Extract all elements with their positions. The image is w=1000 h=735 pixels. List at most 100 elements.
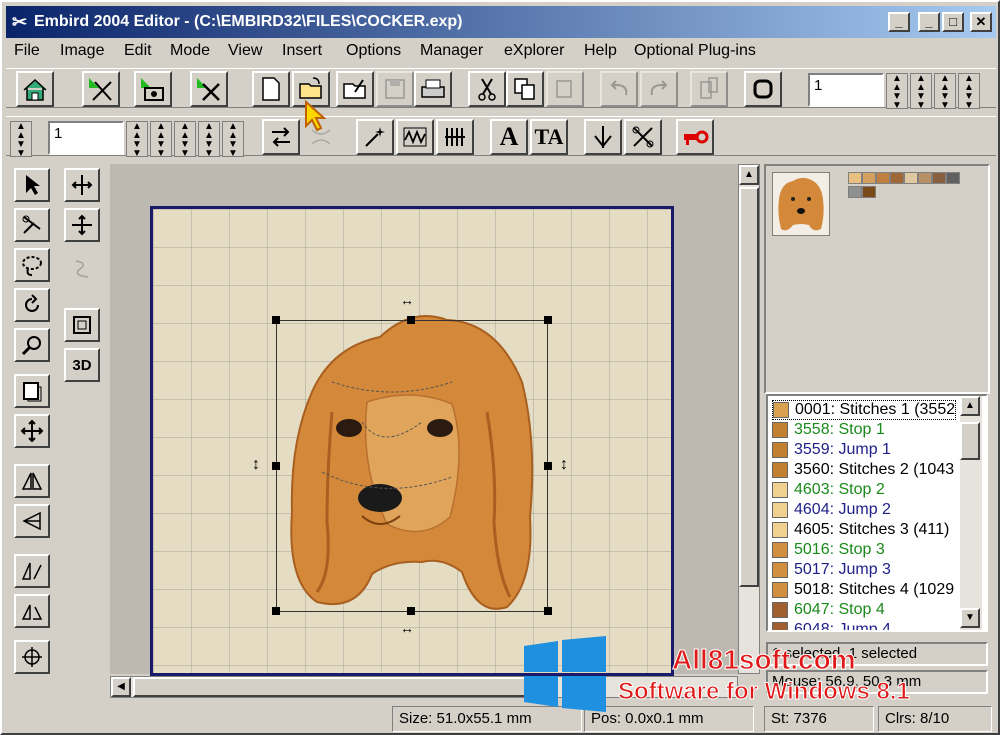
select-tool[interactable] <box>14 168 50 202</box>
import-button[interactable] <box>336 71 374 107</box>
toolbar2-spinner-3[interactable]: ▲ ▲ ▼ ▼ <box>174 121 196 159</box>
skew-right-tool[interactable] <box>14 594 50 628</box>
stitch-list-item[interactable]: 4603: Stop 2 <box>772 480 885 500</box>
needle-button[interactable] <box>584 119 622 155</box>
home-button[interactable] <box>16 71 54 107</box>
stitch-list-item[interactable]: 3560: Stitches 2 (1043 <box>772 460 954 480</box>
stitch-list-item[interactable]: 0001: Stitches 1 (3552 <box>772 400 957 420</box>
split-button[interactable] <box>624 119 662 155</box>
handle-bottom-right[interactable] <box>544 607 552 615</box>
stitch-list-item[interactable]: 6048: Jump 4 <box>772 620 891 630</box>
auto-digitize-button[interactable] <box>356 119 394 155</box>
handle-top-right[interactable] <box>544 316 552 324</box>
palette-swatch[interactable] <box>932 172 946 184</box>
stitch-list-item[interactable]: 3559: Jump 1 <box>772 440 891 460</box>
stitch-type-button[interactable] <box>396 119 434 155</box>
delete-design-button[interactable] <box>190 71 228 107</box>
toolbar2-spinner-4[interactable]: ▲ ▲ ▼ ▼ <box>198 121 220 159</box>
3d-view-button[interactable]: 3D <box>64 348 100 382</box>
lasso-tool[interactable] <box>14 248 50 282</box>
stitch-list-item[interactable]: 5017: Jump 3 <box>772 560 891 580</box>
menu-explorer[interactable]: eXplorer <box>504 42 564 60</box>
cut-tool[interactable] <box>14 208 50 242</box>
new-file-button[interactable] <box>252 71 290 107</box>
toolbar2-value-field[interactable]: 1 <box>48 121 124 155</box>
redo-button[interactable] <box>640 71 678 107</box>
palette-swatch[interactable] <box>890 172 904 184</box>
print-button[interactable] <box>414 71 452 107</box>
save-button[interactable] <box>376 71 414 107</box>
palette-swatch[interactable] <box>862 172 876 184</box>
menu-manager[interactable]: Manager <box>420 42 483 60</box>
paste-button[interactable] <box>546 71 584 107</box>
selection-box[interactable] <box>276 320 548 612</box>
menu-optional-plugins[interactable]: Optional Plug-ins <box>634 42 756 60</box>
stitch-list-item[interactable]: 4604: Jump 2 <box>772 500 891 520</box>
menu-edit[interactable]: Edit <box>124 42 152 60</box>
scroll-up-icon[interactable]: ▲ <box>739 165 759 185</box>
design-thumbnail[interactable] <box>772 172 830 236</box>
move-tool[interactable] <box>14 414 50 448</box>
stitch-list-item[interactable]: 3558: Stop 1 <box>772 420 885 440</box>
vertical-scroll-thumb[interactable] <box>739 187 759 587</box>
menu-image[interactable]: Image <box>60 42 104 60</box>
horizontal-scroll-thumb[interactable] <box>133 677 553 697</box>
undo-button[interactable] <box>600 71 638 107</box>
stitch-list-item[interactable]: 5018: Stitches 4 (1029 <box>772 580 954 600</box>
scroll-left-icon[interactable]: ◀ <box>111 677 131 697</box>
palette-swatch[interactable] <box>918 172 932 184</box>
menu-view[interactable]: View <box>228 42 262 60</box>
maximize-button[interactable]: □ <box>942 12 964 32</box>
scale-vertical-arrows-icon[interactable]: ↕ <box>560 456 568 474</box>
page-setup-tool[interactable] <box>14 374 50 408</box>
toolbar1-spinner-1[interactable]: ▲ ▲ ▼ ▼ <box>886 73 908 111</box>
skew-left-tool[interactable] <box>14 554 50 588</box>
scale-horizontal-arrows-icon[interactable]: ↔ <box>400 292 414 308</box>
hoop-button[interactable] <box>744 71 782 107</box>
list-scroll-thumb[interactable] <box>960 422 980 460</box>
toolbar1-spinner-2[interactable]: ▲ ▲ ▼ ▼ <box>910 73 932 111</box>
minimize-button[interactable]: _ <box>918 12 940 32</box>
node-tool[interactable] <box>64 252 100 286</box>
camera-button[interactable] <box>134 71 172 107</box>
mirror-horizontal-tool[interactable] <box>14 464 50 498</box>
cut-design-button[interactable] <box>82 71 120 107</box>
handle-top[interactable] <box>407 316 415 324</box>
list-scroll-up-icon[interactable]: ▲ <box>960 396 980 416</box>
registration-key-button[interactable] <box>676 119 714 155</box>
vertical-scale-tool[interactable] <box>64 208 100 242</box>
scale-vertical-arrows-icon[interactable]: ↕ <box>252 456 260 474</box>
toolbar2-spinner-5[interactable]: ▲ ▲ ▼ ▼ <box>222 121 244 159</box>
handle-left[interactable] <box>272 462 280 470</box>
center-tool[interactable] <box>14 640 50 674</box>
palette-swatch[interactable] <box>946 172 960 184</box>
scale-horizontal-arrows-icon[interactable]: ↔ <box>400 620 414 636</box>
palette-swatch[interactable] <box>904 172 918 184</box>
palette-swatch[interactable] <box>876 172 890 184</box>
palette-swatch[interactable] <box>848 186 862 198</box>
page-layout-button[interactable] <box>690 71 728 107</box>
close-button[interactable]: ✕ <box>970 12 992 32</box>
text-along-path-button[interactable]: TA <box>530 119 568 155</box>
menu-help[interactable]: Help <box>584 42 617 60</box>
handle-bottom-left[interactable] <box>272 607 280 615</box>
menu-insert[interactable]: Insert <box>282 42 322 60</box>
rotate-tool[interactable] <box>14 288 50 322</box>
text-button[interactable]: A <box>490 119 528 155</box>
zoom-tool[interactable] <box>14 328 50 362</box>
vertical-scrollbar[interactable]: ▲ <box>738 164 760 674</box>
swap-colors-button[interactable] <box>262 119 300 155</box>
mirror-vertical-tool[interactable] <box>14 504 50 538</box>
stitch-list-item[interactable]: 4605: Stitches 3 (411) <box>772 520 949 540</box>
copy-button[interactable] <box>506 71 544 107</box>
handle-right[interactable] <box>544 462 552 470</box>
palette-swatch[interactable] <box>862 186 876 198</box>
toolbar2-spinner-left[interactable]: ▲ ▲ ▼ ▼ <box>10 121 32 159</box>
frame-tool[interactable] <box>64 308 100 342</box>
menu-mode[interactable]: Mode <box>170 42 210 60</box>
menu-file[interactable]: File <box>14 42 40 60</box>
palette-swatch[interactable] <box>848 172 862 184</box>
toolbar2-spinner-2[interactable]: ▲ ▲ ▼ ▼ <box>150 121 172 159</box>
handle-bottom[interactable] <box>407 607 415 615</box>
list-scrollbar[interactable]: ▲ ▼ <box>960 396 982 630</box>
